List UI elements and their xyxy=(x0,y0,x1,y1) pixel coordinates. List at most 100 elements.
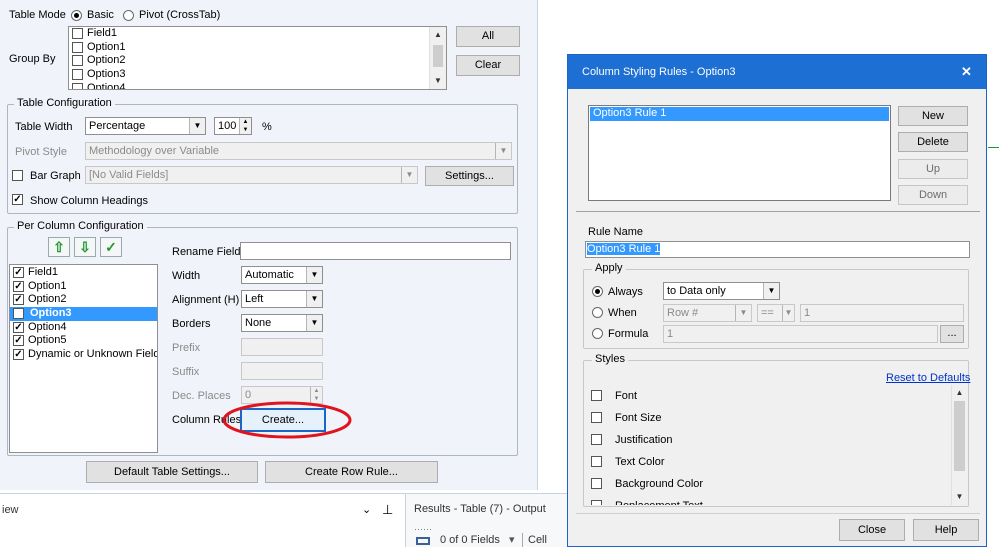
when-value-input[interactable]: 1 xyxy=(800,304,964,322)
group-by-list[interactable]: Field1 Option1 Option2 Option3 Option4 ▲ ▼ xyxy=(68,26,447,90)
prefix-input[interactable] xyxy=(241,338,323,356)
group-by-item[interactable]: Option1 xyxy=(69,41,446,55)
column-item[interactable]: Option3 xyxy=(10,307,157,321)
always-select[interactable]: to Data only ▼ xyxy=(663,282,780,300)
clear-button[interactable]: Clear xyxy=(456,55,520,76)
delete-rule-button[interactable]: Delete xyxy=(898,132,968,152)
style-item-checkbox[interactable] xyxy=(591,478,602,489)
group-by-item-checkbox[interactable] xyxy=(72,28,83,39)
column-item-label: Option3 xyxy=(28,307,74,320)
group-by-item[interactable]: Field1 xyxy=(69,27,446,41)
column-item-checkbox[interactable] xyxy=(13,349,24,361)
column-item-checkbox[interactable] xyxy=(13,280,24,292)
help-button[interactable]: Help xyxy=(913,519,979,541)
style-item-checkbox[interactable] xyxy=(591,500,602,505)
pin-icon[interactable]: ⊥ xyxy=(382,502,393,518)
chevron-down-icon: ▼ xyxy=(763,283,779,299)
always-radio[interactable] xyxy=(592,286,603,297)
column-item[interactable]: Option1 xyxy=(10,280,157,294)
new-rule-button[interactable]: New xyxy=(898,106,968,126)
style-item[interactable]: Font Size xyxy=(587,407,967,429)
move-up-icon[interactable]: ⇧ xyxy=(48,237,70,257)
column-item-checkbox[interactable] xyxy=(13,267,24,278)
group-by-item-checkbox[interactable] xyxy=(72,41,83,53)
chevron-down-icon[interactable]: ⌄ xyxy=(362,503,371,516)
style-item-checkbox[interactable] xyxy=(591,456,602,467)
formula-input[interactable]: 1 xyxy=(663,325,938,343)
style-item[interactable]: Background Color xyxy=(587,473,967,495)
bar-graph-select[interactable]: [No Valid Fields] ▼ xyxy=(85,166,418,184)
rules-list[interactable]: Option3 Rule 1 xyxy=(588,105,891,201)
group-by-item-checkbox[interactable] xyxy=(72,82,83,89)
table-config-panel: Table Mode Basic Pivot (CrossTab) Group … xyxy=(0,0,538,490)
settings-button[interactable]: Settings... xyxy=(425,166,514,186)
group-by-item[interactable]: Option3 xyxy=(69,68,446,82)
table-width-number[interactable]: 100 ▲ ▼ xyxy=(214,117,252,135)
column-item-checkbox[interactable] xyxy=(13,321,24,333)
column-item[interactable]: Field1 xyxy=(10,266,157,280)
pivot-radio[interactable] xyxy=(123,10,134,21)
when-radio[interactable] xyxy=(592,307,603,318)
default-table-settings-button[interactable]: Default Table Settings... xyxy=(86,461,258,483)
group-by-item-checkbox[interactable] xyxy=(72,69,83,81)
style-item[interactable]: Font xyxy=(587,385,967,407)
rule-item[interactable]: Option3 Rule 1 xyxy=(590,107,889,121)
chevron-down-icon[interactable]: ▾ xyxy=(509,533,515,546)
basic-radio[interactable] xyxy=(71,10,82,21)
style-item[interactable]: Text Color xyxy=(587,451,967,473)
width-value: Automatic xyxy=(245,269,294,281)
move-down-button[interactable]: Down xyxy=(898,185,968,205)
check-all-icon[interactable]: ✓ xyxy=(100,237,122,257)
styles-list[interactable]: Font Font Size Justification Text Color Back… xyxy=(587,385,967,505)
group-by-item-checkbox[interactable] xyxy=(72,55,83,67)
style-item-checkbox[interactable] xyxy=(591,434,602,445)
borders-select[interactable]: None ▼ xyxy=(241,314,323,332)
table-width-select[interactable]: Percentage ▼ xyxy=(85,117,206,135)
column-item-checkbox[interactable] xyxy=(13,335,24,347)
column-item[interactable]: Option2 xyxy=(10,293,157,307)
scroll-down-icon[interactable]: ▼ xyxy=(952,489,967,505)
table-icon[interactable] xyxy=(416,537,430,545)
column-item[interactable]: Option5 xyxy=(10,334,157,348)
group-by-item[interactable]: Option4 xyxy=(69,82,446,89)
column-item-checkbox[interactable] xyxy=(13,308,24,320)
scroll-down-icon[interactable]: ▼ xyxy=(430,73,446,89)
group-by-scrollbar[interactable]: ▲ ▼ xyxy=(429,27,446,89)
scroll-up-icon[interactable]: ▲ xyxy=(952,385,967,401)
style-item[interactable]: Replacement Text xyxy=(587,495,967,505)
spinner-icon[interactable]: ▲ ▼ xyxy=(239,118,251,134)
move-down-icon[interactable]: ⇩ xyxy=(74,237,96,257)
group-by-item[interactable]: Option2 xyxy=(69,54,446,68)
column-item[interactable]: Option4 xyxy=(10,321,157,335)
width-select[interactable]: Automatic ▼ xyxy=(241,266,323,284)
show-headings-checkbox[interactable] xyxy=(12,194,23,205)
style-item[interactable]: Justification xyxy=(587,429,967,451)
style-item-checkbox[interactable] xyxy=(591,412,602,423)
create-row-rule-button[interactable]: Create Row Rule... xyxy=(265,461,438,483)
bar-graph-checkbox[interactable] xyxy=(12,170,23,181)
all-button[interactable]: All xyxy=(456,26,520,47)
styles-scrollbar[interactable]: ▲ ▼ xyxy=(951,385,967,505)
grip-dots: ⋯⋯ xyxy=(414,524,432,534)
cell-label[interactable]: Cell xyxy=(528,534,547,546)
close-icon[interactable]: ✕ xyxy=(961,64,972,80)
dialog-title-bar[interactable]: Column Styling Rules - Option3 ✕ xyxy=(568,55,986,89)
suffix-input[interactable] xyxy=(241,362,323,380)
when-operator-select[interactable]: == ▼ xyxy=(757,304,795,322)
pivot-style-select[interactable]: Methodology over Variable ▼ xyxy=(85,142,512,160)
close-button[interactable]: Close xyxy=(839,519,905,541)
scroll-up-icon[interactable]: ▲ xyxy=(430,27,446,43)
when-field-select[interactable]: Row # ▼ xyxy=(663,304,752,322)
column-item[interactable]: Dynamic or Unknown Fields xyxy=(10,348,157,362)
rule-name-input[interactable]: Option3 Rule 1 xyxy=(585,241,970,258)
rename-field-input[interactable] xyxy=(240,242,511,260)
formula-radio[interactable] xyxy=(592,328,603,339)
column-item-checkbox[interactable] xyxy=(13,294,24,306)
alignment-select[interactable]: Left ▼ xyxy=(241,290,323,308)
reset-defaults-link[interactable]: Reset to Defaults xyxy=(886,372,970,384)
formula-editor-button[interactable]: ... xyxy=(940,325,964,343)
fields-count[interactable]: 0 of 0 Fields xyxy=(440,534,500,546)
style-item-checkbox[interactable] xyxy=(591,390,602,401)
column-list[interactable]: Field1Option1Option2Option3Option4Option… xyxy=(9,264,158,453)
move-up-button[interactable]: Up xyxy=(898,159,968,179)
